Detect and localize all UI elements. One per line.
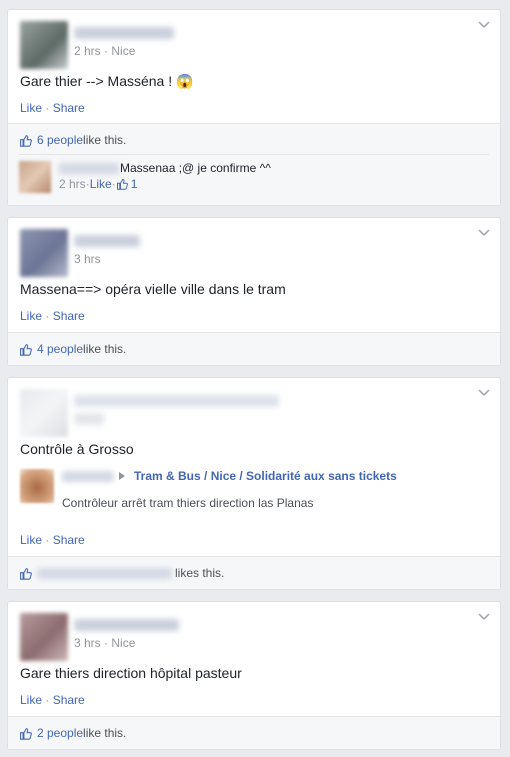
shared-group-link[interactable]: Tram & Bus / Nice / Solidarité aux sans … xyxy=(134,469,397,483)
post-meta: 2 hrs · Nice xyxy=(74,44,136,58)
likes-count-link[interactable]: 6 people xyxy=(37,133,83,147)
post-actions: Like · Share xyxy=(20,533,85,547)
post-card: 3 hrs · Nice Gare thiers direction hôpit… xyxy=(7,601,501,750)
chevron-down-icon[interactable] xyxy=(478,21,490,29)
comment-timestamp[interactable]: 2 hrs xyxy=(59,177,86,191)
likes-section: likes this. xyxy=(8,556,500,589)
thumbs-up-icon xyxy=(20,727,32,740)
comment: Massenaa ;@ je confirme ^^ 2 hrs · Like … xyxy=(19,161,489,199)
likes-summary: likes this. xyxy=(19,566,224,580)
avatar[interactable] xyxy=(20,613,68,661)
comment-text: Massenaa ;@ je confirme ^^ xyxy=(120,161,271,175)
likes-summary: 4 people like this. xyxy=(19,342,126,356)
shared-post: Tram & Bus / Nice / Solidarité aux sans … xyxy=(20,467,488,513)
post-meta-blurred xyxy=(74,413,104,425)
share-button[interactable]: Share xyxy=(53,533,85,547)
post-location[interactable]: Nice xyxy=(111,44,135,58)
caret-right-icon xyxy=(119,472,125,480)
post-text: Gare thiers direction hôpital pasteur xyxy=(20,665,242,681)
comment-like-button[interactable]: Like xyxy=(90,177,112,191)
thumbs-up-icon xyxy=(20,343,32,356)
chevron-down-icon[interactable] xyxy=(478,229,490,237)
post-card: Contrôle à Grosso Tram & Bus / Nice / So… xyxy=(7,377,501,590)
avatar[interactable] xyxy=(20,229,68,277)
shared-avatar[interactable] xyxy=(20,469,54,503)
author-name[interactable] xyxy=(74,619,179,631)
author-name[interactable] xyxy=(74,27,174,39)
likes-section: 6 people like this. Massenaa ;@ je confi… xyxy=(8,123,500,205)
likes-summary: 6 people like this. xyxy=(19,133,126,147)
likes-count-link[interactable]: 4 people xyxy=(37,342,83,356)
likers-names[interactable] xyxy=(37,567,172,579)
post-location[interactable]: Nice xyxy=(111,636,135,650)
comment-meta: 2 hrs · Like · 1 xyxy=(59,177,138,191)
share-button[interactable]: Share xyxy=(53,101,85,115)
like-button[interactable]: Like xyxy=(20,101,42,115)
comment-divider xyxy=(19,154,489,155)
like-button[interactable]: Like xyxy=(20,533,42,547)
author-name[interactable] xyxy=(74,235,140,247)
shared-author-name[interactable] xyxy=(62,471,114,482)
comment-like-count[interactable]: 1 xyxy=(131,177,138,191)
likes-count-link[interactable]: 2 people xyxy=(37,726,83,740)
likes-summary: 2 people like this. xyxy=(19,726,126,740)
share-button[interactable]: Share xyxy=(53,693,85,707)
avatar[interactable] xyxy=(20,21,68,69)
post-card: 3 hrs Massena==> opéra vielle ville dans… xyxy=(7,217,501,366)
likes-section: 2 people like this. xyxy=(8,716,500,749)
avatar[interactable] xyxy=(20,389,68,437)
post-text: Gare thier --> Masséna ! 😱 xyxy=(20,73,194,89)
post-text: Contrôle à Grosso xyxy=(20,441,134,457)
thumbs-up-icon xyxy=(20,134,32,147)
like-button[interactable]: Like xyxy=(20,309,42,323)
post-card: 2 hrs · Nice Gare thier --> Masséna ! 😱 … xyxy=(7,9,501,206)
commenter-avatar[interactable] xyxy=(19,161,51,193)
post-timestamp[interactable]: 3 hrs xyxy=(74,636,101,650)
share-button[interactable]: Share xyxy=(53,309,85,323)
chevron-down-icon[interactable] xyxy=(478,389,490,397)
shared-post-text: Contrôleur arrêt tram thiers direction l… xyxy=(62,496,314,510)
post-meta: 3 hrs · Nice xyxy=(74,636,136,650)
post-actions: Like · Share xyxy=(20,309,85,323)
post-timestamp[interactable]: 3 hrs xyxy=(74,252,101,266)
commenter-name[interactable] xyxy=(59,163,119,174)
thumbs-up-icon xyxy=(116,179,128,190)
thumbs-up-icon xyxy=(20,567,32,580)
author-name[interactable] xyxy=(74,395,279,407)
likes-section: 4 people like this. xyxy=(8,332,500,365)
post-actions: Like · Share xyxy=(20,101,85,115)
chevron-down-icon[interactable] xyxy=(478,613,490,621)
post-actions: Like · Share xyxy=(20,693,85,707)
post-timestamp[interactable]: 2 hrs xyxy=(74,44,101,58)
like-button[interactable]: Like xyxy=(20,693,42,707)
post-meta: 3 hrs xyxy=(74,252,101,266)
post-text: Massena==> opéra vielle ville dans le tr… xyxy=(20,281,286,297)
